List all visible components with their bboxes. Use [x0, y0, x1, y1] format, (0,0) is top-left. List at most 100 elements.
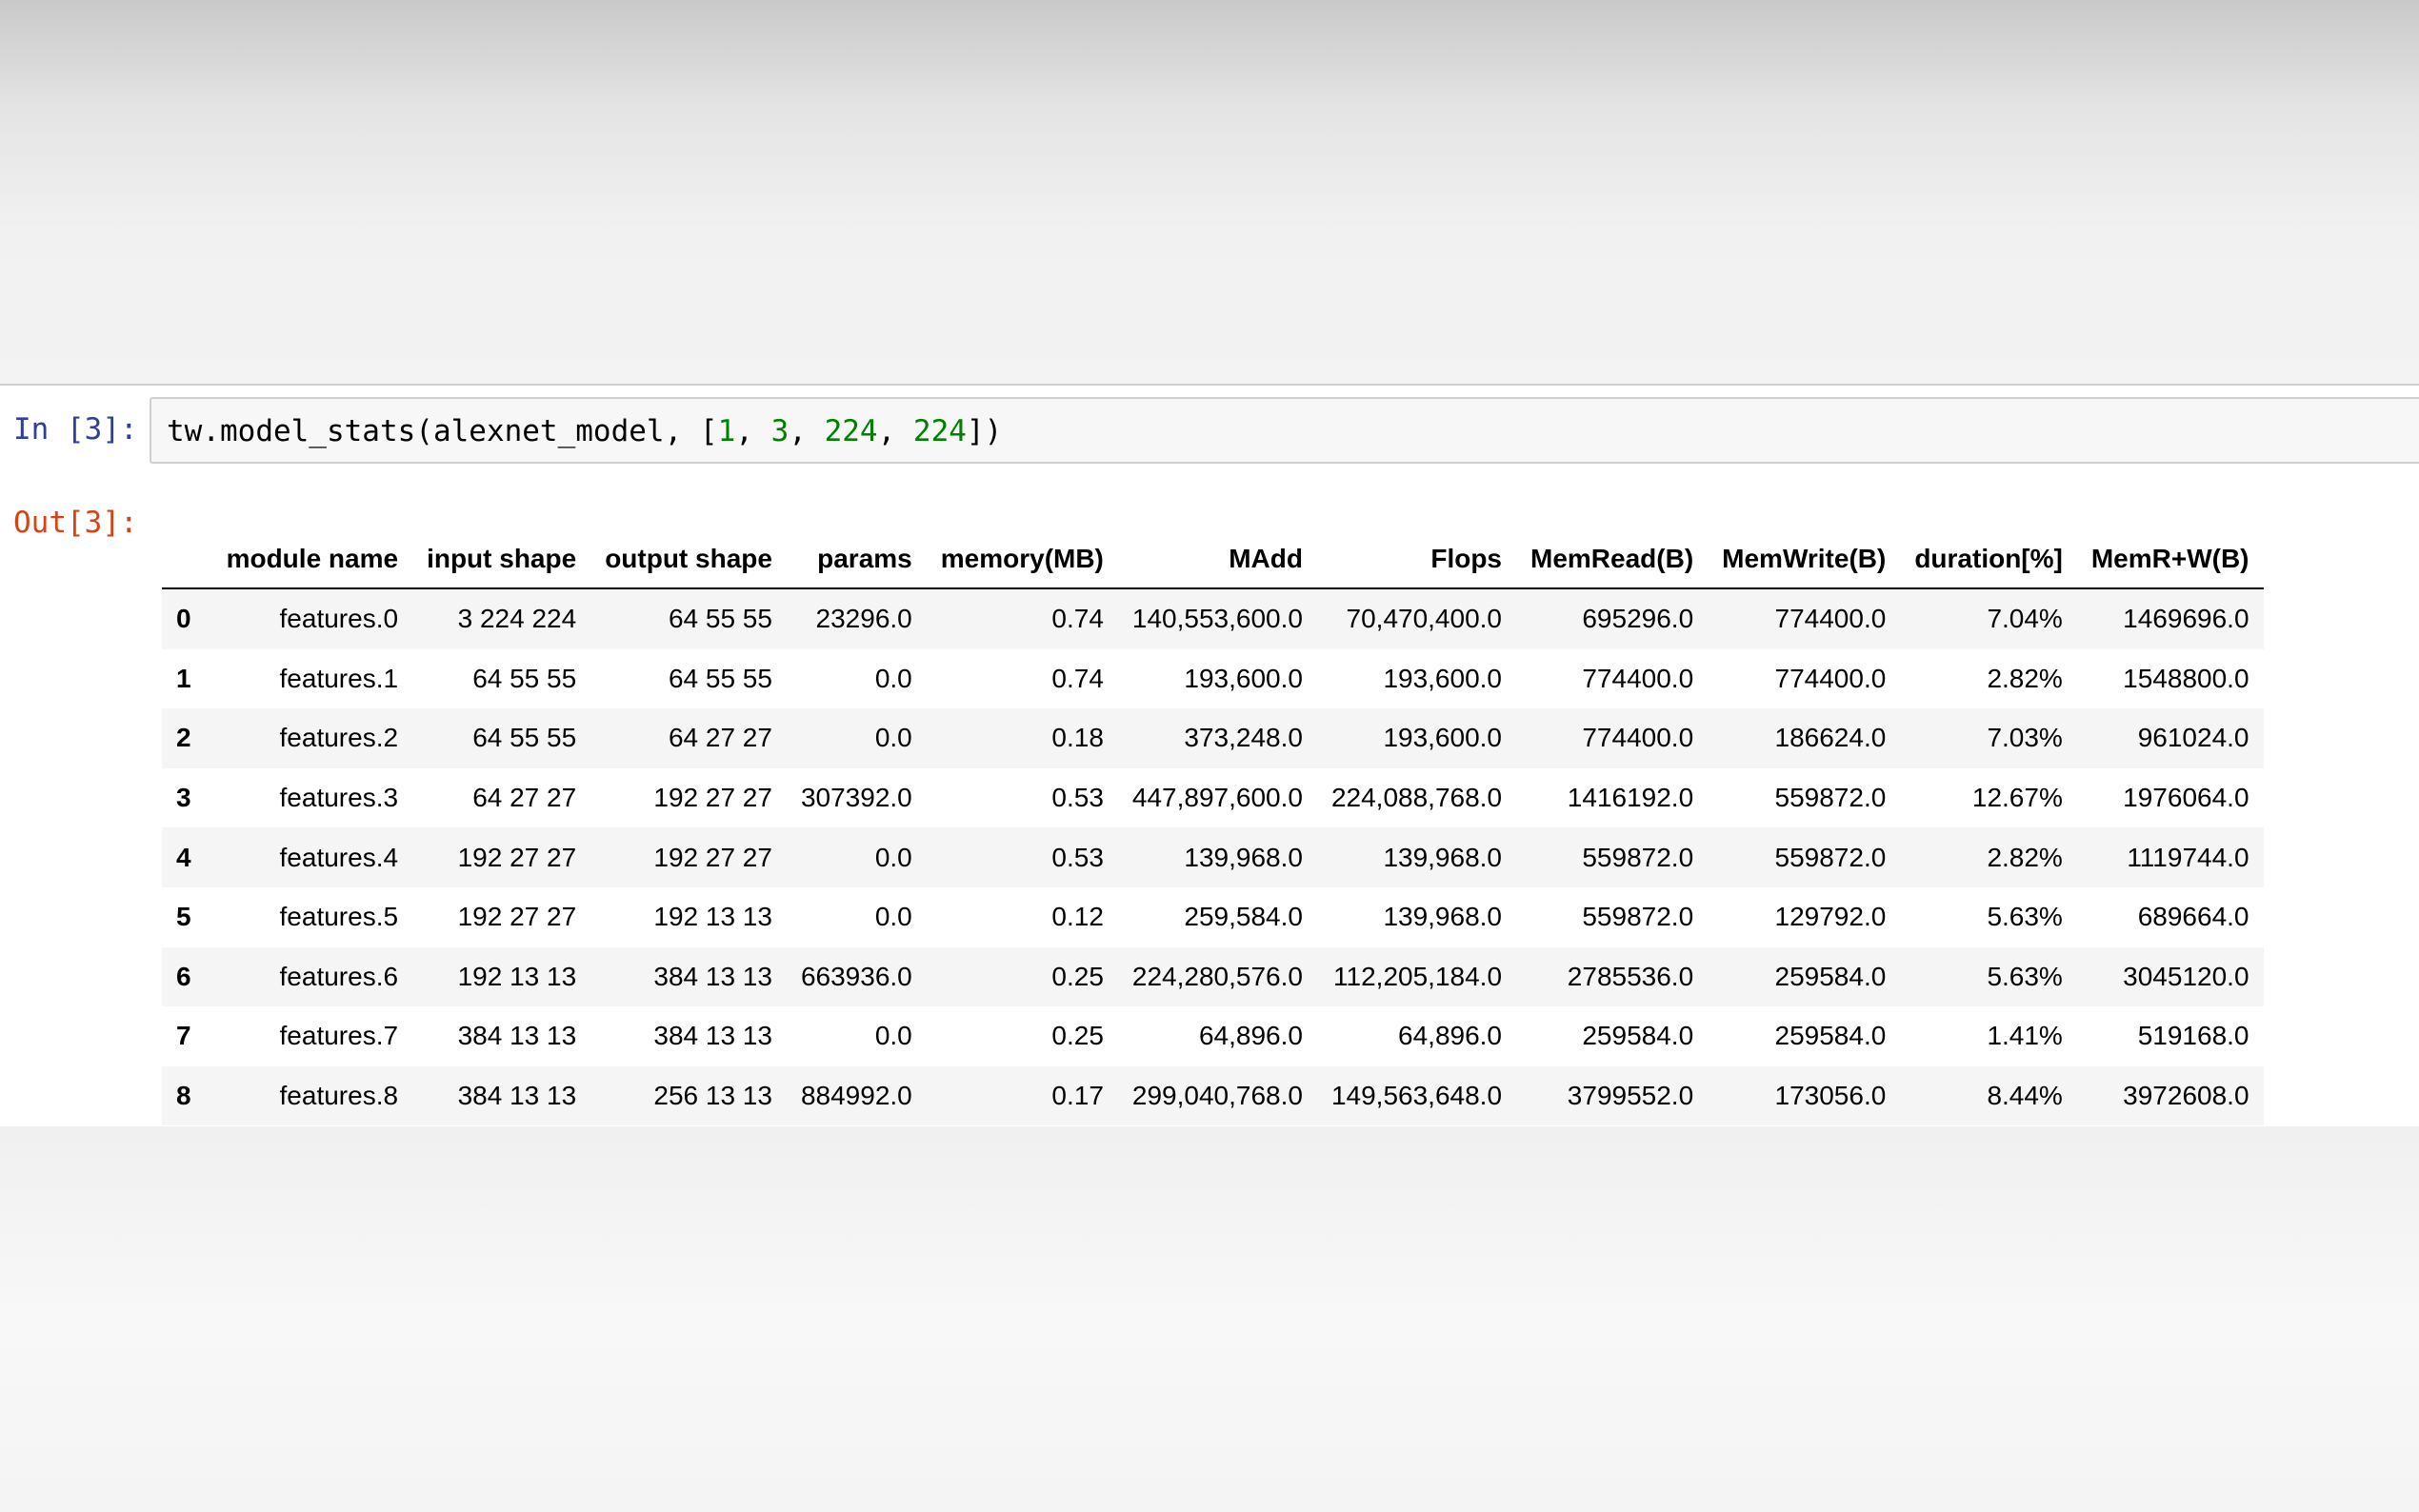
column-header: input shape	[412, 530, 591, 589]
table-cell: 7.04%	[1987, 604, 2063, 634]
table-cell: 192 13 13	[457, 961, 577, 991]
table-cell: 0.25	[1051, 961, 1104, 991]
table-cell: 140,553,600.0	[1131, 604, 1303, 634]
table-cell: 373,248.0	[1184, 723, 1303, 753]
row-index: 6	[176, 961, 191, 991]
table-cell: 1469696.0	[2123, 604, 2249, 634]
table-cell: 259,584.0	[1184, 902, 1303, 932]
table-cell: 1416192.0	[1567, 783, 1694, 813]
column-header: MemRead(B)	[1516, 530, 1709, 589]
table-cell: 23296.0	[815, 604, 912, 634]
table-cell: 689664.0	[2137, 902, 2249, 932]
column-header: MemR+W(B)	[2076, 530, 2264, 589]
row-index: 5	[176, 902, 191, 932]
table-cell: features.5	[279, 902, 399, 932]
table-cell: 961024.0	[2137, 723, 2249, 753]
column-header: Flops	[1316, 530, 1517, 589]
table-cell: 224,088,768.0	[1330, 783, 1503, 813]
table-header-row: module name input shape output shape par…	[162, 530, 2264, 589]
table-cell: 5.63%	[1987, 902, 2063, 932]
code-input-area[interactable]: tw.model_stats(alexnet_model, [1, 3, 224…	[150, 397, 2419, 464]
row-index: 1	[176, 663, 191, 693]
table-cell: 0.25	[1051, 1021, 1104, 1051]
table-cell: 192 27 27	[457, 902, 577, 932]
model-stats-table: module name input shape output shape par…	[162, 530, 2264, 1126]
table-cell: 149,563,648.0	[1330, 1081, 1503, 1111]
page-background-top	[0, 0, 2419, 386]
table-row: 1 features.1 64 55 55 64 55 55 0.0 0.74 193,60…	[162, 648, 2264, 709]
table-cell: 0.0	[874, 663, 912, 693]
table-row: 6 features.6 192 13 13 384 13 13 663936.0 0.2…	[162, 946, 2264, 1007]
table-cell: 193,600.0	[1184, 663, 1303, 693]
output-prompt: Out[3]:	[13, 506, 138, 540]
notebook-cell: In [3]: tw.model_stats(alexnet_model, [1…	[0, 386, 2419, 1126]
table-cell: 0.12	[1051, 902, 1104, 932]
column-header: output shape	[590, 530, 787, 589]
table-cell: 1548800.0	[2123, 663, 2249, 693]
table-cell: 384 13 13	[457, 1081, 577, 1111]
table-cell: 259584.0	[1582, 1021, 1694, 1051]
table-cell: features.3	[279, 783, 399, 813]
table-cell: 193,600.0	[1383, 723, 1503, 753]
input-prompt: In [3]:	[13, 412, 138, 447]
table-cell: 139,968.0	[1383, 902, 1503, 932]
row-index: 3	[176, 783, 191, 813]
table-cell: 774400.0	[1582, 723, 1694, 753]
table-cell: 559872.0	[1582, 842, 1694, 872]
table-cell: 8.44%	[1987, 1081, 2063, 1111]
table-cell: 447,897,600.0	[1131, 783, 1303, 813]
table-cell: 3799552.0	[1567, 1081, 1694, 1111]
table-cell: 0.17	[1051, 1081, 1104, 1111]
table-cell: 774400.0	[1582, 663, 1694, 693]
table-row: 4 features.4 192 27 27 192 27 27 0.0 0.53 139,…	[162, 827, 2264, 887]
row-index: 8	[176, 1081, 191, 1111]
table-cell: 0.18	[1051, 723, 1104, 753]
table-cell: features.4	[279, 842, 399, 872]
table-cell: 259584.0	[1774, 961, 1887, 991]
table-cell: 173056.0	[1774, 1081, 1887, 1111]
table-cell: 559872.0	[1582, 902, 1694, 932]
column-header: duration[%]	[1900, 530, 2077, 589]
table-cell: 64 27 27	[668, 723, 772, 753]
page-background-bottom	[0, 1126, 2419, 1512]
table-cell: 2.82%	[1987, 842, 2063, 872]
table-cell: 559872.0	[1774, 842, 1887, 872]
table-cell: 384 13 13	[457, 1021, 577, 1051]
table-cell: 129792.0	[1774, 902, 1887, 932]
table-cell: 384 13 13	[653, 961, 772, 991]
table-cell: 0.74	[1051, 604, 1104, 634]
table-body: 0 features.0 3 224 224 64 55 55 23296.0 0.74 1…	[162, 588, 2264, 1126]
table-cell: features.7	[279, 1021, 399, 1051]
table-cell: 0.0	[874, 902, 912, 932]
column-header: MemWrite(B)	[1708, 530, 1901, 589]
table-cell: features.1	[279, 663, 399, 693]
table-cell: 774400.0	[1774, 604, 1887, 634]
column-header: MAdd	[1117, 530, 1317, 589]
table-cell: 12.67%	[1971, 783, 2063, 813]
table-cell: 7.03%	[1987, 723, 2063, 753]
table-cell: 663936.0	[800, 961, 912, 991]
table-cell: 70,470,400.0	[1346, 604, 1503, 634]
row-index: 7	[176, 1021, 191, 1051]
table-cell: 192 27 27	[653, 842, 772, 872]
table-cell: 186624.0	[1774, 723, 1887, 753]
table-cell: 64,896.0	[1198, 1021, 1303, 1051]
row-index: 2	[176, 723, 191, 753]
table-cell: 112,205,184.0	[1333, 961, 1503, 991]
table-cell: 256 13 13	[653, 1081, 772, 1111]
table-cell: 0.53	[1051, 783, 1104, 813]
table-row: 2 features.2 64 55 55 64 27 27 0.0 0.18 373,24…	[162, 708, 2264, 768]
table-cell: 695296.0	[1582, 604, 1694, 634]
table-cell: 3972608.0	[2123, 1081, 2249, 1111]
table-row: 5 features.5 192 27 27 192 13 13 0.0 0.12 259,…	[162, 886, 2264, 947]
row-index: 0	[176, 604, 191, 634]
code-line[interactable]: tw.model_stats(alexnet_model, [1, 3, 224…	[167, 414, 1002, 448]
table-row: 0 features.0 3 224 224 64 55 55 23296.0 0.74 1…	[162, 588, 2264, 649]
table-cell: 1976064.0	[2123, 783, 2249, 813]
table-cell: 884992.0	[800, 1081, 912, 1111]
table-cell: 2785536.0	[1567, 961, 1694, 991]
table-cell: 0.74	[1051, 663, 1104, 693]
table-cell: 2.82%	[1987, 663, 2063, 693]
table-cell: 259584.0	[1774, 1021, 1887, 1051]
table-cell: 192 13 13	[653, 902, 772, 932]
